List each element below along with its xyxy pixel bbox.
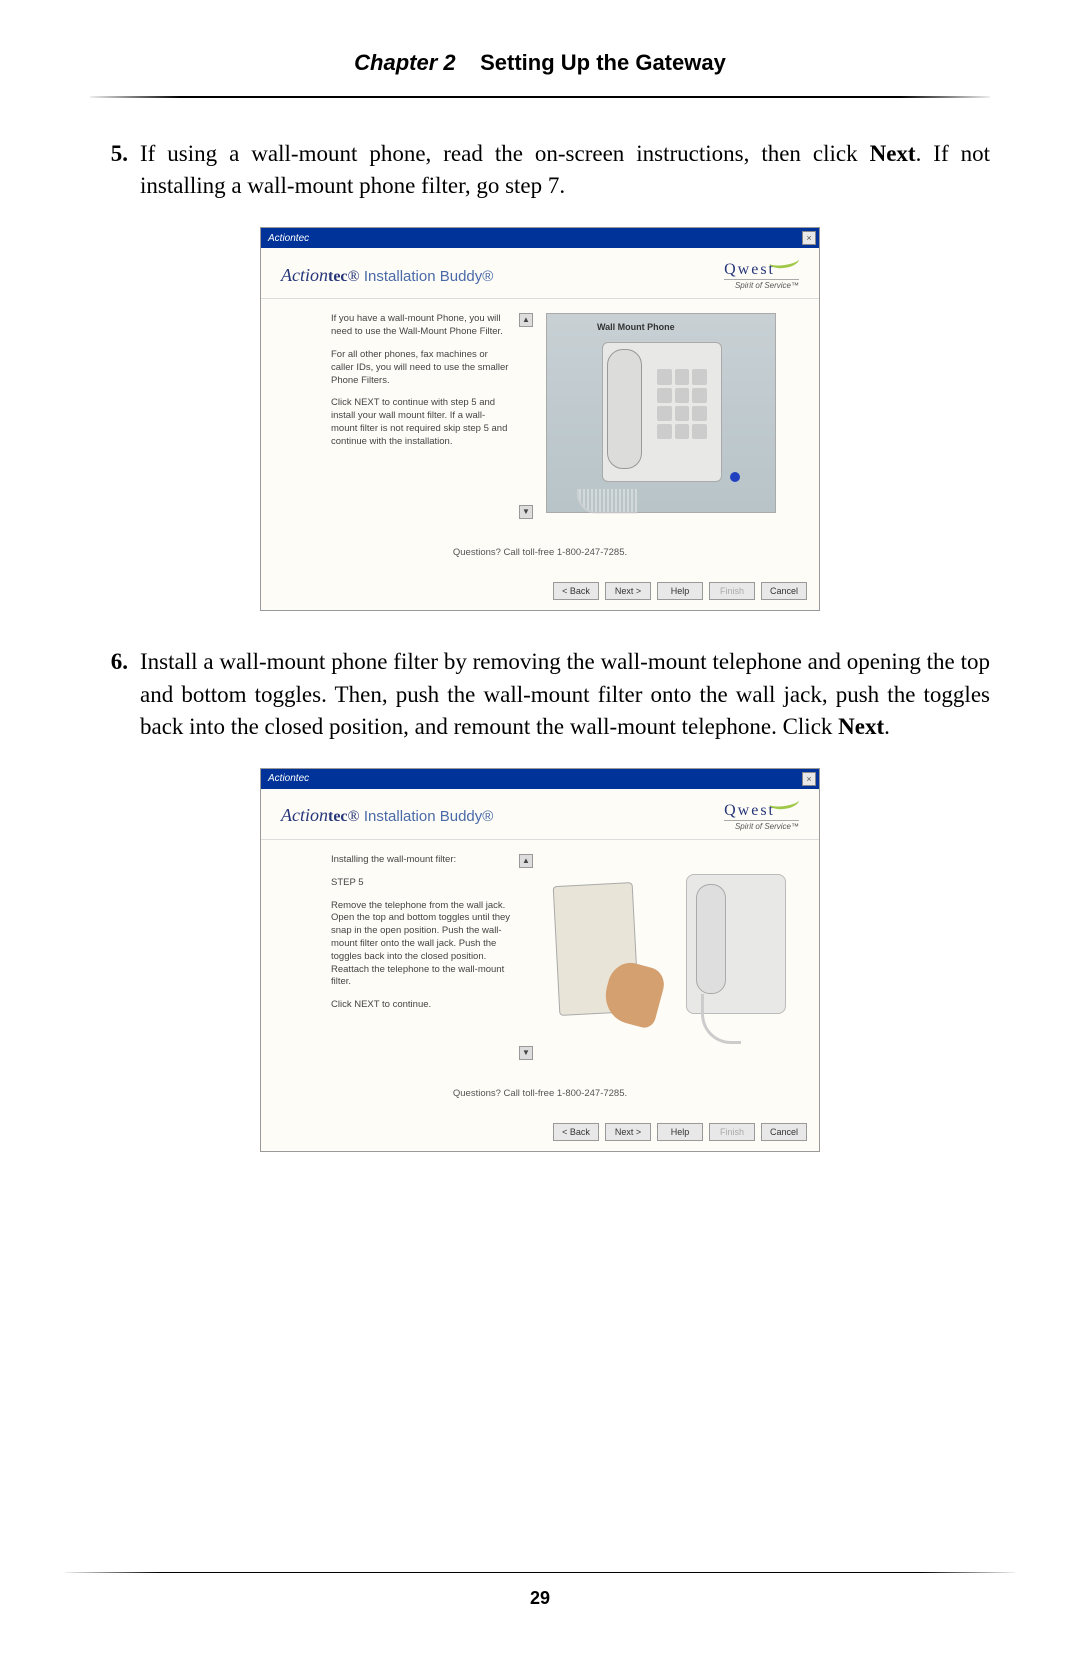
wizard-header: Actiontec® Installation Buddy® Qwest Spi… bbox=[261, 789, 819, 840]
wizard-image: Wall Mount Phone bbox=[521, 313, 807, 529]
actiontec-logo: Actiontec® Installation Buddy® bbox=[281, 265, 493, 286]
handset-icon bbox=[607, 349, 642, 469]
wizard-window-2: Actiontec × Actiontec® Installation Budd… bbox=[260, 768, 820, 1152]
back-button[interactable]: < Back bbox=[553, 582, 599, 600]
wizard-body: ▲ Installing the wall-mount filter: STEP… bbox=[261, 840, 819, 1080]
step-6: 6. Install a wall-mount phone filter by … bbox=[90, 646, 990, 743]
wizard-header: Actiontec® Installation Buddy® Qwest Spi… bbox=[261, 248, 819, 299]
page-number: 29 bbox=[0, 1588, 1080, 1609]
chapter-header: Chapter 2 Setting Up the Gateway bbox=[90, 50, 990, 96]
step-5: 5. If using a wall-mount phone, read the… bbox=[90, 138, 990, 202]
filter-device-image bbox=[546, 864, 671, 1044]
footer-rule bbox=[65, 1572, 1015, 1574]
screenshot-2: Actiontec × Actiontec® Installation Budd… bbox=[90, 768, 990, 1152]
titlebar-app-name: Actiontec bbox=[264, 233, 309, 244]
page-footer: 29 bbox=[0, 1572, 1080, 1610]
next-button[interactable]: Next > bbox=[605, 582, 651, 600]
wizard-button-row: < Back Next > Help Finish Cancel bbox=[261, 576, 819, 610]
footer-questions: Questions? Call toll-free 1-800-247-7285… bbox=[261, 539, 819, 576]
header-rule bbox=[90, 96, 990, 98]
document-page: Chapter 2 Setting Up the Gateway 5. If u… bbox=[0, 0, 1080, 1669]
screenshot-1: Actiontec × Actiontec® Installation Budd… bbox=[90, 227, 990, 611]
step-number: 6. bbox=[90, 646, 140, 743]
step-text: If using a wall-mount phone, read the on… bbox=[140, 138, 990, 202]
led-icon bbox=[730, 472, 740, 482]
mounted-phone-image bbox=[681, 864, 806, 1044]
qwest-logo: Qwest Spirit of Service™ bbox=[724, 801, 799, 831]
qwest-logo: Qwest Spirit of Service™ bbox=[724, 260, 799, 290]
chapter-title: Setting Up the Gateway bbox=[480, 50, 726, 75]
finish-button: Finish bbox=[709, 582, 755, 600]
footer-questions: Questions? Call toll-free 1-800-247-7285… bbox=[261, 1080, 819, 1117]
wizard-body: ▲ If you have a wall-mount Phone, you wi… bbox=[261, 299, 819, 539]
wizard-instructions: ▲ If you have a wall-mount Phone, you wi… bbox=[331, 313, 521, 529]
step-number: 5. bbox=[90, 138, 140, 202]
wizard-window-1: Actiontec × Actiontec® Installation Budd… bbox=[260, 227, 820, 611]
actiontec-logo: Actiontec® Installation Buddy® bbox=[281, 805, 493, 826]
finish-button: Finish bbox=[709, 1123, 755, 1141]
close-button[interactable]: × bbox=[802, 772, 816, 786]
cord-icon bbox=[701, 994, 741, 1044]
wizard-titlebar: Actiontec × bbox=[261, 769, 819, 789]
close-button[interactable]: × bbox=[802, 231, 816, 245]
scroll-up-button[interactable]: ▲ bbox=[519, 854, 533, 868]
help-button[interactable]: Help bbox=[657, 582, 703, 600]
wizard-image bbox=[521, 854, 807, 1070]
swoosh-icon bbox=[768, 793, 800, 811]
cancel-button[interactable]: Cancel bbox=[761, 582, 807, 600]
back-button[interactable]: < Back bbox=[553, 1123, 599, 1141]
help-button[interactable]: Help bbox=[657, 1123, 703, 1141]
scroll-down-button[interactable]: ▼ bbox=[519, 1046, 533, 1060]
keypad-icon bbox=[657, 369, 707, 439]
wizard-button-row: < Back Next > Help Finish Cancel bbox=[261, 1117, 819, 1151]
cord-icon bbox=[577, 489, 637, 514]
wizard-titlebar: Actiontec × bbox=[261, 228, 819, 248]
handset-icon bbox=[696, 884, 726, 994]
chapter-label: Chapter 2 bbox=[354, 50, 455, 75]
filter-install-image bbox=[546, 854, 806, 1054]
scroll-up-button[interactable]: ▲ bbox=[519, 313, 533, 327]
step-text: Install a wall-mount phone filter by rem… bbox=[140, 646, 990, 743]
wizard-instructions: ▲ Installing the wall-mount filter: STEP… bbox=[331, 854, 521, 1070]
wall-mount-phone-image: Wall Mount Phone bbox=[546, 313, 776, 513]
next-button[interactable]: Next > bbox=[605, 1123, 651, 1141]
scroll-down-button[interactable]: ▼ bbox=[519, 505, 533, 519]
titlebar-app-name: Actiontec bbox=[264, 773, 309, 784]
cancel-button[interactable]: Cancel bbox=[761, 1123, 807, 1141]
image-caption: Wall Mount Phone bbox=[597, 322, 675, 332]
